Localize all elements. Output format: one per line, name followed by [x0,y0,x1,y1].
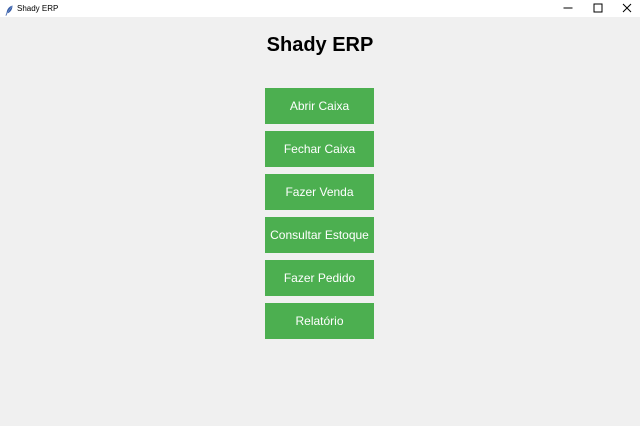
abrir-caixa-button[interactable]: Abrir Caixa [265,88,374,124]
close-button[interactable] [612,0,640,17]
window-title: Shady ERP [17,4,59,13]
fazer-pedido-button[interactable]: Fazer Pedido [265,260,374,296]
close-icon [622,0,632,18]
consultar-estoque-button[interactable]: Consultar Estoque [265,217,374,253]
main-menu: Abrir Caixa Fechar Caixa Fazer Venda Con… [265,88,374,346]
fechar-caixa-button[interactable]: Fechar Caixa [265,131,374,167]
app-window: Shady ERP Shady ERP Abrir Caixa Fechar C… [0,0,640,426]
minimize-button[interactable] [553,0,583,17]
feather-icon [4,3,14,16]
page-title: Shady ERP [266,34,374,56]
relatorio-button[interactable]: Relatório [265,303,374,339]
maximize-icon [593,0,603,18]
title-bar[interactable]: Shady ERP [0,0,640,17]
fazer-venda-button[interactable]: Fazer Venda [265,174,374,210]
maximize-button[interactable] [583,0,613,17]
minimize-icon [563,0,573,18]
